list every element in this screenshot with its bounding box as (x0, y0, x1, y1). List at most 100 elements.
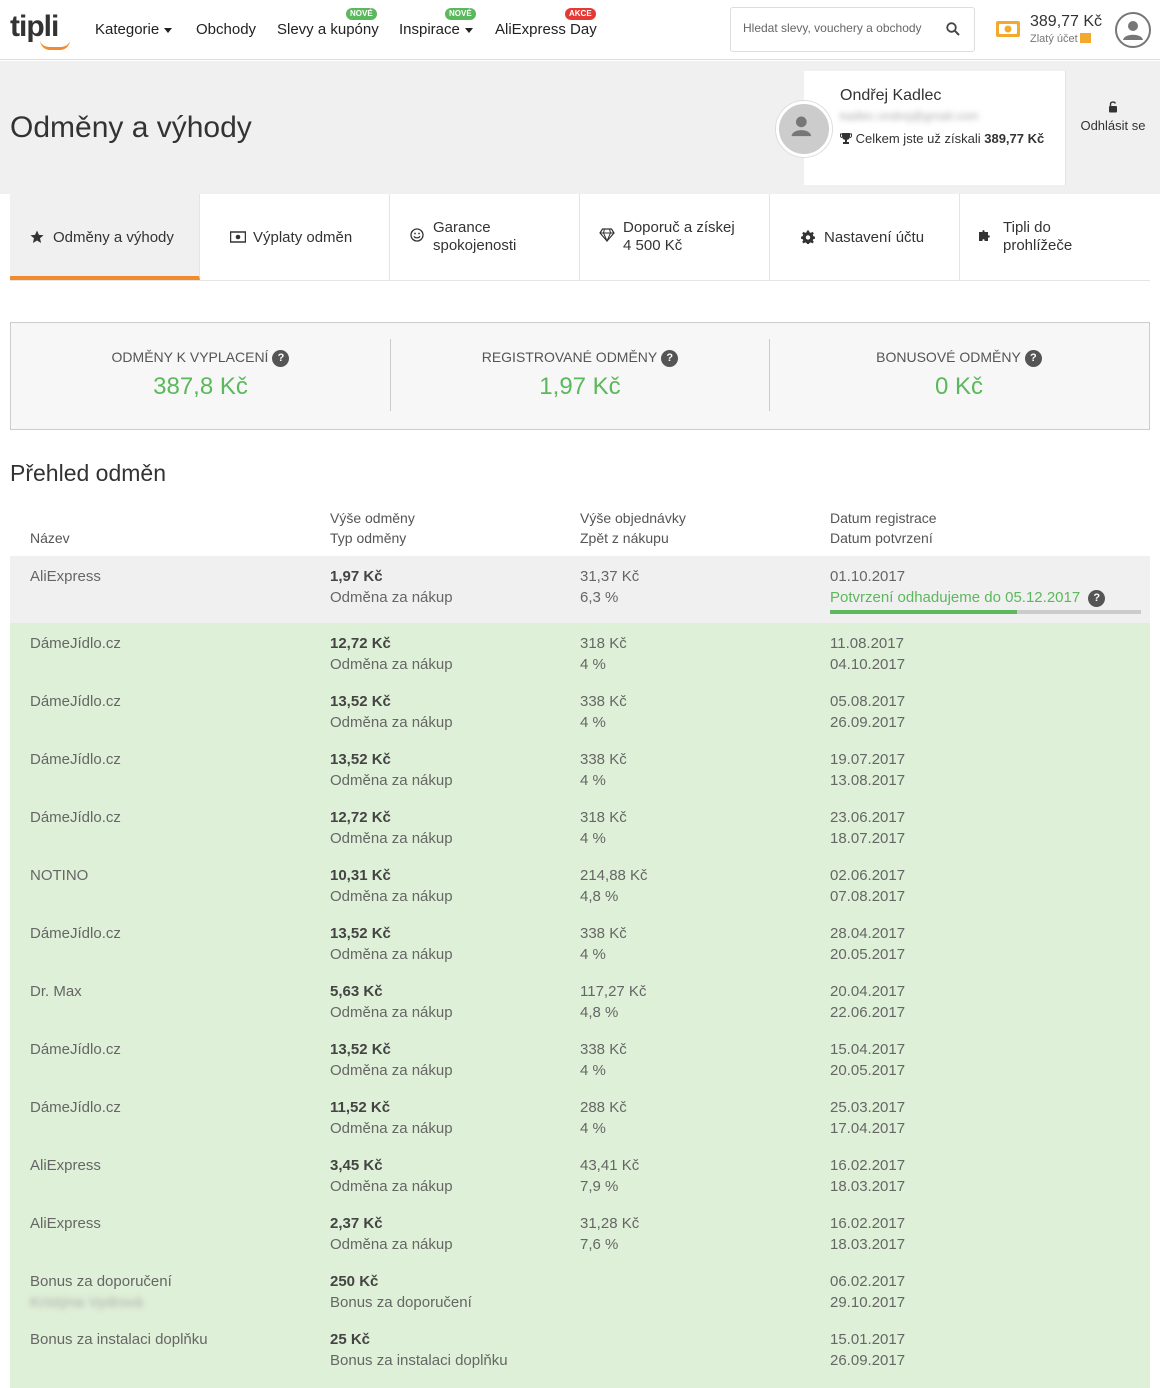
row-percent: 7,9 % (580, 1178, 619, 1195)
account-balance[interactable]: 389,77 Kč (1030, 13, 1102, 31)
row-percent: 4 % (580, 772, 606, 789)
search-input[interactable] (743, 21, 943, 35)
nav-obchody-label: Obchody (196, 21, 257, 38)
nav-slevy-label: Slevy a kupóny (277, 21, 379, 38)
row-type: Odměna za nákup (330, 888, 453, 905)
stat-value: 387,8 Kč (153, 373, 248, 400)
tab-vyplaty-odmen[interactable]: Výplaty odměn (200, 194, 390, 280)
row-registered: 01.10.2017 (830, 568, 906, 585)
nav-inspirace-label: Inspirace (399, 21, 460, 38)
row-order-cell: 214,88 Kč 4,8 % (580, 865, 648, 907)
wallet-icon[interactable] (995, 19, 1021, 39)
search-box[interactable] (730, 7, 975, 52)
row-shop: DámeJídlo.cz (30, 809, 121, 826)
diamond-icon (599, 228, 615, 242)
row-estimate: Potvrzení odhadujeme do 05.12.2017 (830, 589, 1081, 606)
row-order-cell: 338 Kč 4 % (580, 1039, 627, 1081)
help-icon[interactable]: ? (1088, 590, 1106, 607)
nav-kategorie-label: Kategorie (95, 21, 160, 38)
row-date-cell: 23.06.2017 18.07.2017 (830, 807, 905, 849)
unlock-icon (1109, 101, 1117, 113)
help-icon[interactable]: ? (661, 350, 679, 367)
help-icon[interactable]: ? (272, 350, 290, 367)
row-percent: 4 % (580, 946, 606, 963)
logo-text: tipli (10, 10, 59, 43)
row-referral-name: Kristýna Vydrová (30, 1294, 143, 1311)
tab-tipli-do-prohlizece[interactable]: Tipli do prohlížeče (960, 194, 1150, 280)
row-registered: 16.02.2017 (830, 1157, 906, 1174)
tipli-logo[interactable]: tipli (10, 10, 70, 50)
row-order-cell: 117,27 Kč 4,8 % (580, 981, 646, 1023)
row-type: Bonus za doporučení (330, 1294, 472, 1311)
tab-doporuc-a-ziskej[interactable]: Doporuč a získej 4 500 Kč (580, 194, 770, 280)
search-icon[interactable] (946, 22, 960, 36)
new-badge: NOVÉ (346, 8, 377, 20)
row-order: 318 Kč (580, 635, 627, 652)
row-order: 43,41 Kč (580, 1157, 640, 1174)
row-reward: 1,97 Kč (330, 568, 383, 585)
row-percent: 4 % (580, 714, 606, 731)
row-confirmed: 17.04.2017 (830, 1120, 906, 1137)
user-avatar[interactable] (1115, 12, 1151, 48)
row-confirmed: 18.07.2017 (830, 830, 906, 847)
row-registered: 15.04.2017 (830, 1041, 906, 1058)
nav-inspirace[interactable]: NOVÉ Inspirace (399, 8, 476, 39)
profile-total: Celkem jste už získali 389,77 Kč (840, 131, 1044, 146)
row-reward-cell: 13,52 Kč Odměna za nákup (330, 749, 453, 791)
row-shop: DámeJídlo.cz (30, 751, 121, 768)
row-percent: 4 % (580, 1120, 606, 1137)
row-date-cell: 20.04.2017 22.06.2017 (830, 981, 905, 1023)
row-reward-cell: 3,45 Kč Odměna za nákup (330, 1155, 453, 1197)
row-shop: DámeJídlo.cz (30, 1041, 121, 1058)
row-registered: 25.03.2017 (830, 1099, 906, 1116)
row-shop: DámeJídlo.cz (30, 1099, 121, 1116)
user-icon (791, 116, 812, 137)
nav-slevy-a-kupony[interactable]: NOVÉ Slevy a kupóny (277, 8, 379, 39)
row-shop-cell: DámeJídlo.cz (30, 923, 121, 944)
row-percent: 7,6 % (580, 1236, 619, 1253)
row-reward: 25 Kč (330, 1331, 371, 1348)
row-type: Odměna za nákup (330, 946, 453, 963)
row-reward-cell: 13,52 Kč Odměna za nákup (330, 1039, 453, 1081)
stat-odmeny-k-vyplaceni: Odměny k vyplacení? 387,8 Kč (11, 339, 390, 411)
row-shop-cell: AliExpress (30, 1155, 101, 1176)
tab-nastaveni-uctu[interactable]: Nastavení účtu (770, 194, 960, 280)
row-order-cell: 31,37 Kč 6,3 % (580, 566, 639, 608)
row-shop: Bonus za doporučení (30, 1273, 172, 1290)
row-registered: 19.07.2017 (830, 751, 906, 768)
nav-kategorie[interactable]: Kategorie (95, 21, 173, 39)
gear-icon (801, 230, 815, 244)
nav-aliexpress-day[interactable]: AKCE AliExpress Day (495, 8, 597, 39)
help-icon[interactable]: ? (1024, 350, 1042, 367)
row-order: 31,37 Kč (580, 568, 640, 585)
row-reward: 13,52 Kč (330, 1041, 391, 1058)
row-order: 338 Kč (580, 925, 627, 942)
profile-band: Odměny a výhody Ondřej Kadlec kadlec.ond… (0, 61, 1160, 194)
stat-bonusove-odmeny: Bonusové odměny? 0 Kč (769, 339, 1148, 411)
row-reward-cell: 12,72 Kč Odměna za nákup (330, 633, 453, 675)
row-date-cell: 02.06.2017 07.08.2017 (830, 865, 905, 907)
table-row: Bonus za doporučení Kristýna Vydrová 250 K… (10, 1261, 1150, 1319)
tab-garance-spokojenosti[interactable]: Garance spokojenosti (390, 194, 580, 280)
row-date-cell: 05.08.2017 26.09.2017 (830, 691, 905, 733)
stat-label-text: Bonusové odměny (876, 349, 1021, 365)
stat-value: 0 Kč (934, 373, 984, 400)
row-order: 214,88 Kč (580, 867, 648, 884)
smile-icon (410, 228, 424, 242)
sale-badge: AKCE (565, 8, 596, 20)
row-reward-cell: 11,52 Kč Odměna za nákup (330, 1097, 453, 1139)
tab-odmeny-a-vyhody[interactable]: Odměny a výhody (10, 194, 200, 280)
logout-button[interactable]: Odhlásit se (1065, 71, 1160, 185)
table-row: DámeJídlo.cz 13,52 Kč Odměna za nákup 338 K… (10, 913, 1150, 971)
gift-icon (1079, 33, 1091, 43)
row-order-cell: 338 Kč 4 % (580, 923, 627, 965)
trophy-icon (840, 133, 852, 144)
logout-label: Odhlásit se (1080, 118, 1146, 133)
overview-title: Přehled odměn (10, 460, 166, 486)
nav-obchody[interactable]: Obchody (196, 21, 256, 39)
tab-label: prohlížeče (1003, 237, 1073, 254)
logo-smile (40, 40, 70, 50)
row-order-cell: 318 Kč 4 % (580, 633, 627, 675)
row-percent: 6,3 % (580, 589, 619, 606)
row-reward-cell: 5,63 Kč Odměna za nákup (330, 981, 453, 1023)
